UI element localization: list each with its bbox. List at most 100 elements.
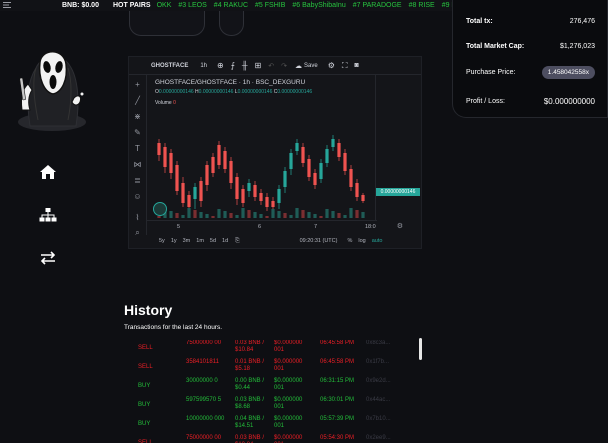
volume-bar [175, 213, 179, 218]
gear-icon[interactable]: ⚙ [328, 61, 335, 70]
transaction-row: SELL75000000 000.03 BNB / $10.84$0.00000… [124, 435, 424, 443]
volume-bar [265, 216, 269, 218]
compare-icon[interactable]: ⊕ [217, 61, 224, 70]
tx-time: 06:45:58 PM [320, 340, 355, 346]
crosshair-icon[interactable]: + [132, 79, 143, 90]
pattern-icon[interactable]: ⋈ [132, 159, 143, 170]
volume-bar [349, 208, 353, 218]
home-icon[interactable] [38, 163, 58, 181]
range-button[interactable]: 3m [183, 238, 191, 244]
chart-type-icon[interactable]: ╫ [242, 61, 248, 70]
auto-toggle[interactable]: auto [372, 238, 383, 244]
ghostface-mascot-logo[interactable] [12, 40, 92, 132]
dexguru-badge [153, 202, 167, 216]
log-toggle[interactable]: log [358, 238, 365, 244]
camera-icon[interactable]: ◙ [355, 62, 359, 69]
indicators-icon[interactable]: ⨍ [231, 61, 235, 70]
templates-icon[interactable]: ⊞ [255, 61, 262, 70]
hot-pair-link[interactable]: #4 RAKUC [214, 2, 248, 9]
trend-line-icon[interactable]: ╱ [132, 95, 143, 106]
text-icon[interactable]: T [132, 143, 143, 154]
pitchfork-icon[interactable]: ⋇ [132, 111, 143, 122]
tx-price: $0.000000 001 [274, 378, 303, 391]
candle [319, 159, 323, 183]
hot-pair-link[interactable]: #6 BabyShibaInu [292, 2, 345, 9]
tx-time: 05:57:39 PM [320, 416, 355, 422]
candle [337, 139, 341, 161]
stat-market-cap: Total Market Cap: $1,276,023 [466, 43, 595, 50]
stat-label: Total tx: [466, 18, 493, 25]
redo-icon[interactable]: ↷ [281, 62, 287, 70]
range-bar: 5y 1y 3m 1m 5d 1d ⎘ 09:20:31 (UTC) % log… [147, 234, 421, 248]
volume-bar [187, 208, 191, 218]
emoji-icon[interactable]: ☺ [132, 191, 143, 202]
volume-bar [277, 211, 281, 218]
candle [211, 153, 215, 177]
ruler-icon[interactable]: ⌇ [132, 212, 143, 223]
axis-settings-icon[interactable]: ⚙ [397, 222, 403, 230]
candle [199, 177, 203, 207]
top-tab-shape [219, 11, 244, 36]
volume-bar [259, 214, 263, 218]
range-button[interactable]: 1m [196, 238, 204, 244]
cloud-icon[interactable]: ☁ [295, 62, 302, 70]
tx-price: $0.000000 001 [274, 435, 303, 443]
chart-symbol[interactable]: GHOSTFACE [151, 63, 188, 69]
price-chart-widget[interactable]: GHOSTFACE 1h ⊕ ⨍ ╫ ⊞ ↶ ↷ ☁ Save ⚙ ⛶ ◙ + … [128, 56, 422, 249]
tx-hash-link[interactable]: 0x9e2d... [366, 378, 406, 385]
tx-bnb-value: 0.03 BNB / $8.68 [235, 397, 265, 410]
tx-hash-link[interactable]: 0x1f7b... [366, 359, 406, 366]
stat-profit-loss: Profit / Loss: $0.000000000 [466, 97, 595, 106]
volume-bar [169, 211, 173, 218]
swap-arrows-icon[interactable] [38, 249, 58, 267]
volume-bar [235, 215, 239, 218]
date-range-icon[interactable]: ⎘ [235, 238, 239, 245]
tx-hash-link[interactable]: 0x44ac... [366, 397, 406, 404]
stat-label: Total Market Cap: [466, 43, 525, 50]
transaction-row: BUY 30000000 0 0.00 BNB / $0.44 $0.000000 0… [124, 378, 424, 396]
candle [235, 173, 239, 205]
percent-toggle[interactable]: % [347, 238, 352, 244]
tx-hash-link[interactable]: 0x2ee9... [366, 435, 406, 442]
purchase-price-input[interactable]: 1.458042558x [541, 66, 595, 79]
tx-time: 05:54:30 PM [320, 435, 355, 441]
interval-button[interactable]: 1h [200, 63, 207, 69]
fullscreen-icon[interactable]: ⛶ [342, 61, 348, 71]
ohlc-low: 0.00000000146 [237, 89, 273, 95]
candle [205, 161, 209, 191]
stat-value: $0.000000000 [543, 97, 595, 106]
utc-clock[interactable]: 09:20:31 (UTC) [300, 238, 338, 244]
last-price-label: 0.00000000146 [376, 188, 420, 196]
zoom-icon[interactable]: ⌕ [132, 227, 143, 238]
volume-bar [199, 212, 203, 218]
ohlc-open: 0.00000000146 [158, 89, 194, 95]
hot-pair-link[interactable]: OKK [157, 2, 172, 9]
tx-amount: 75000000 00 [186, 435, 222, 441]
hot-pair-link[interactable]: #8 RISE [409, 2, 435, 9]
hot-pair-link[interactable]: #7 PARADOGE [353, 2, 402, 9]
volume-bar [295, 208, 299, 218]
tx-bnb-value: 0.01 BNB / $5.18 [235, 359, 265, 372]
undo-icon[interactable]: ↶ [268, 62, 274, 70]
table-scrollbar[interactable] [419, 338, 422, 360]
range-button[interactable]: 1y [171, 238, 177, 244]
hot-pair-link[interactable]: #3 LEOS [178, 2, 206, 9]
hot-pair-link[interactable]: #5 FSHIB [255, 2, 285, 9]
range-button[interactable]: 5d [210, 238, 216, 244]
fib-icon[interactable]: ≣ [132, 175, 143, 186]
hot-pairs-label: HOT PAIRS [112, 2, 151, 9]
volume-bar [253, 212, 257, 218]
range-button[interactable]: 1d [222, 238, 228, 244]
sitemap-icon[interactable] [38, 206, 58, 224]
stat-value: 276,476 [569, 18, 595, 25]
tx-hash-link[interactable]: 0x8c3a... [366, 340, 406, 347]
tx-hash-link[interactable]: 0x7b10... [366, 416, 406, 423]
candlestick-plot[interactable] [153, 103, 373, 218]
history-subtitle: Transactions for the last 24 hours. [124, 324, 223, 331]
volume-bar [343, 215, 347, 218]
range-button[interactable]: 5y [159, 238, 165, 244]
menu-icon[interactable] [0, 1, 14, 10]
save-button[interactable]: Save [304, 63, 318, 69]
volume-bar [217, 209, 221, 218]
brush-icon[interactable]: ✎ [132, 127, 143, 138]
